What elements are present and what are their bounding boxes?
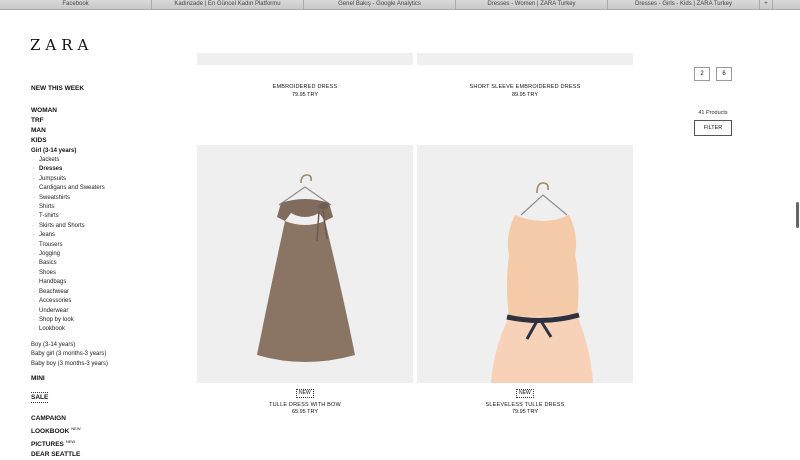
nav-dear-seattle[interactable]: DEAR SEATTLE (31, 450, 181, 460)
nav-new-this-week[interactable]: NEW THIS WEEK (31, 84, 181, 94)
dress-illustration (257, 174, 355, 362)
product-name[interactable]: EMBROIDERED DRESS (197, 84, 413, 90)
nav-man[interactable]: MAN (31, 126, 181, 136)
subnav-basics[interactable]: Basics (31, 259, 181, 269)
product-image-sleeveless-dress[interactable] (417, 145, 633, 383)
subnav-dresses[interactable]: Dresses (31, 165, 181, 175)
subnav-shirts[interactable]: Shirts (31, 203, 181, 213)
subnav-jackets[interactable]: Jackets (31, 156, 181, 166)
nav-pictures[interactable]: PICTURES NEW (31, 437, 181, 450)
subnav-trousers[interactable]: Trousers (31, 241, 181, 251)
product-image-tulle-dress[interactable] (197, 145, 413, 383)
nav-baby-boy[interactable]: Baby boy (3 months-3 years) (31, 360, 181, 369)
nav-campaign[interactable]: CAMPAIGN (31, 414, 181, 424)
grid-size-6-button[interactable]: 6 (716, 67, 732, 81)
product-price: 89.95 TRY (511, 92, 539, 98)
nav-pictures-label: PICTURES (31, 441, 64, 449)
subnav-shoes[interactable]: Shoes (31, 269, 181, 279)
subnav-jogging[interactable]: Jogging (31, 250, 181, 260)
browser-tab[interactable]: Kadınzade | En Güncel Kadın Platformu (152, 0, 304, 9)
subnav-beachwear[interactable]: Beachwear (31, 288, 181, 298)
browser-tab[interactable]: Facebook (0, 0, 152, 9)
subnav-cardigans[interactable]: Cardigans and Sweaters (31, 184, 181, 194)
product-image-cropped[interactable] (197, 53, 413, 65)
product-image-cropped[interactable] (417, 53, 633, 65)
scrollbar-thumb[interactable] (796, 202, 799, 228)
product-name[interactable]: SHORT SLEEVE EMBROIDERED DRESS (417, 84, 633, 90)
new-badge: NEW (65, 439, 76, 445)
new-badge: NEW (296, 389, 314, 398)
browser-tab[interactable]: Genel Bakış - Google Analytics (304, 0, 456, 9)
nav-boy[interactable]: Boy (3-14 years) (31, 341, 181, 350)
nav-baby-girl[interactable]: Baby girl (3 months-3 years) (31, 350, 181, 359)
nav-sale[interactable]: SALE (31, 391, 49, 403)
new-tab-button[interactable]: + (760, 0, 773, 9)
browser-tab-bar: Facebook Kadınzade | En Güncel Kadın Pla… (0, 0, 800, 10)
subnav-sweatshirts[interactable]: Sweatshirts (31, 194, 181, 204)
subnav-tshirts[interactable]: T-shirts (31, 212, 181, 222)
subnav-shop-by-look[interactable]: Shop by look (31, 316, 181, 326)
browser-tab-active[interactable]: Dresses - Women | ZARA Turkey (456, 0, 608, 9)
girl-subnav: Jackets Dresses Jumpsuits Cardigans and … (31, 156, 181, 335)
subnav-handbags[interactable]: Handbags (31, 278, 181, 288)
dress-illustration (491, 182, 593, 383)
product-count: 41 Products (698, 110, 728, 116)
nav-trf[interactable]: TRF (31, 116, 181, 126)
nav-mini[interactable]: MINI (31, 374, 181, 384)
subnav-jeans[interactable]: Jeans (31, 231, 181, 241)
subnav-underwear[interactable]: Underwear (31, 307, 181, 317)
new-badge: NEW (516, 389, 534, 398)
product-price: 65.95 TRY (291, 409, 319, 415)
product-name[interactable]: SLEEVELESS TULLE DRESS (417, 402, 633, 408)
nav-lookbook[interactable]: LOOKBOOK NEW (31, 424, 181, 437)
filter-button[interactable]: FILTER (694, 120, 732, 136)
grid-size-selector: 2 6 (694, 67, 732, 81)
nav-woman[interactable]: WOMAN (31, 106, 181, 116)
browser-tab[interactable]: Dresses - Girls - Kids | ZARA Turkey (608, 0, 760, 9)
nav-kids[interactable]: KIDS (31, 136, 181, 146)
grid-size-2-button[interactable]: 2 (694, 67, 710, 81)
sidebar-nav: NEW THIS WEEK WOMAN TRF MAN KIDS Girl (3… (31, 84, 181, 460)
nav-girl[interactable]: Girl (3-14 years) (31, 146, 181, 156)
subnav-accessories[interactable]: Accessories (31, 297, 181, 307)
tab-bar-filler (773, 0, 800, 9)
product-price: 79.95 TRY (511, 409, 539, 415)
nav-lookbook-label: LOOKBOOK (31, 428, 70, 436)
zara-logo[interactable]: ZARA (30, 36, 93, 54)
subnav-lookbook[interactable]: Lookbook (31, 325, 181, 335)
product-price: 79.95 TRY (291, 92, 319, 98)
subnav-skirts-shorts[interactable]: Skirts and Shorts (31, 222, 181, 232)
subnav-jumpsuits[interactable]: Jumpsuits (31, 175, 181, 185)
new-badge: NEW (71, 425, 81, 431)
product-name[interactable]: TULLE DRESS WITH BOW (197, 402, 413, 408)
